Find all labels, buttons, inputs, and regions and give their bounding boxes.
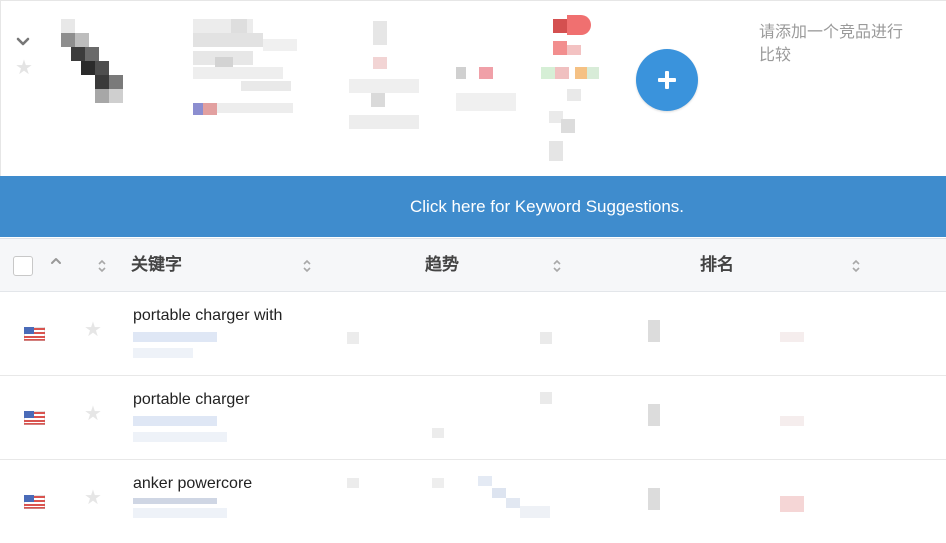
keyword-suggestions-banner[interactable]: Click here for Keyword Suggestions. <box>0 176 946 237</box>
table-row[interactable]: ★ portable charger <box>0 376 946 460</box>
keyword-suggestions-label: Click here for Keyword Suggestions. <box>409 197 685 216</box>
keyword-text[interactable]: anker powercore <box>133 475 252 493</box>
table-row[interactable]: ★ portable charger with <box>0 292 946 376</box>
us-flag-icon <box>24 495 45 509</box>
product-compare-strip: ★ 请添加一个竞品进行比较 <box>0 0 946 176</box>
table-row[interactable]: ★ anker powercore <box>0 460 946 543</box>
table-header: 关键字 趋势 排名 <box>0 238 946 292</box>
add-competitor-button[interactable] <box>636 49 698 111</box>
sort-icon[interactable] <box>552 258 562 274</box>
us-flag-icon <box>24 327 45 341</box>
star-icon[interactable]: ★ <box>84 488 102 508</box>
column-header-rank[interactable]: 排名 <box>700 254 734 276</box>
star-icon[interactable]: ★ <box>15 58 33 78</box>
sort-icon[interactable] <box>851 258 861 274</box>
sort-icon[interactable] <box>302 258 312 274</box>
chevron-up-icon[interactable] <box>50 257 62 265</box>
chevron-down-icon[interactable] <box>15 35 31 49</box>
star-icon[interactable]: ★ <box>84 404 102 424</box>
column-header-keyword[interactable]: 关键字 <box>131 254 182 276</box>
keyword-text[interactable]: portable charger with <box>133 307 282 325</box>
add-competitor-hint: 请添加一个竞品进行比较 <box>759 24 904 64</box>
star-icon[interactable]: ★ <box>84 320 102 340</box>
sort-icon[interactable] <box>97 258 107 274</box>
select-all-checkbox[interactable] <box>13 256 33 276</box>
column-header-trend[interactable]: 趋势 <box>425 254 459 276</box>
us-flag-icon <box>24 411 45 425</box>
keyword-text[interactable]: portable charger <box>133 391 250 409</box>
